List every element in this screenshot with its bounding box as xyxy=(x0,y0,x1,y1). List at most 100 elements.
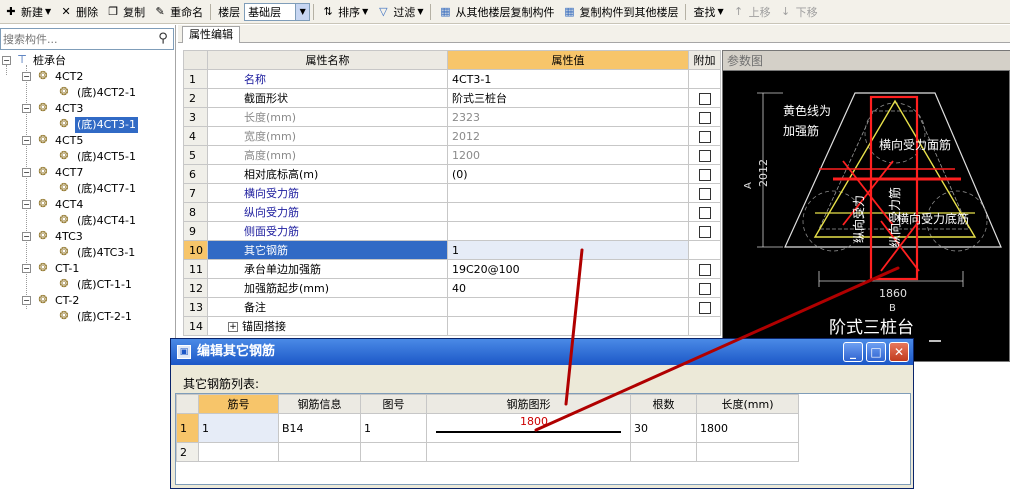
property-row[interactable]: 8 纵向受力筋 xyxy=(183,202,721,222)
rebar-row[interactable]: 1 1 B14 1 1800 30 1800 xyxy=(176,413,799,443)
extra-checkbox[interactable] xyxy=(698,282,711,295)
tree-group[interactable]: − ❂ 4CT3 xyxy=(0,101,176,117)
move-up-button[interactable]: ↑ 上移 xyxy=(728,1,775,23)
extra-checkbox[interactable] xyxy=(698,130,711,143)
search-input[interactable] xyxy=(3,32,153,46)
tree-group[interactable]: − ❂ 4CT2 xyxy=(0,69,176,85)
collapse-icon[interactable]: − xyxy=(22,72,31,81)
tree-group[interactable]: − ❂ CT-1 xyxy=(0,261,176,277)
extra-checkbox[interactable] xyxy=(698,149,711,162)
move-down-button[interactable]: ↓ 下移 xyxy=(775,1,822,23)
tree-item[interactable]: ❂ (底)4CT2-1 xyxy=(0,85,176,101)
property-value-header[interactable]: 属性值 xyxy=(447,50,689,70)
property-value[interactable]: 阶式三桩台 xyxy=(447,88,689,108)
column-header-fig[interactable]: 图号 xyxy=(360,394,427,414)
minimize-button[interactable]: _ xyxy=(843,342,863,362)
extra-checkbox[interactable] xyxy=(698,92,711,105)
sort-button[interactable]: ⇅ 排序 ▼ xyxy=(317,1,372,23)
length-cell[interactable]: 1800 xyxy=(696,413,799,443)
property-row[interactable]: 13 备注 xyxy=(183,297,721,317)
filter-button[interactable]: ▽ 过滤 ▼ xyxy=(372,1,427,23)
copy-from-floor-button[interactable]: ▦ 从其他楼层复制构件 xyxy=(434,1,558,23)
search-box[interactable]: ⚲ xyxy=(0,28,174,50)
property-value[interactable]: 19C20@100 xyxy=(447,259,689,279)
property-name-header[interactable]: 属性名称 xyxy=(207,50,448,70)
column-header-info[interactable]: 钢筋信息 xyxy=(278,394,361,414)
bar-info-cell[interactable] xyxy=(278,442,361,462)
collapse-icon[interactable]: − xyxy=(22,232,31,241)
collapse-icon[interactable]: − xyxy=(22,104,31,113)
property-value[interactable]: 1 xyxy=(447,240,689,260)
search-icon[interactable]: ⚲ xyxy=(153,29,173,49)
tree-item-selected[interactable]: ❂ (底)4CT3-1 xyxy=(0,117,176,133)
property-row[interactable]: 11 承台单边加强筋 19C20@100 xyxy=(183,259,721,279)
collapse-icon[interactable]: − xyxy=(22,264,31,273)
property-row[interactable]: 9 侧面受力筋 xyxy=(183,221,721,241)
tab-property-edit[interactable]: 属性编辑 xyxy=(182,26,240,43)
chevron-down-icon[interactable]: ▼ xyxy=(295,3,310,20)
tree-root[interactable]: − ⊤ 桩承台 xyxy=(0,53,176,69)
column-header-bar-no[interactable]: 筋号 xyxy=(198,394,279,414)
extra-checkbox[interactable] xyxy=(698,225,711,238)
tree-group[interactable]: − ❂ 4TC3 xyxy=(0,229,176,245)
property-value[interactable]: 4CT3-1 xyxy=(447,69,689,89)
fig-no-cell[interactable] xyxy=(360,442,427,462)
tree-group[interactable]: − ❂ 4CT7 xyxy=(0,165,176,181)
shape-cell[interactable] xyxy=(426,442,631,462)
extra-checkbox[interactable] xyxy=(698,111,711,124)
column-header-length[interactable]: 长度(mm) xyxy=(696,394,799,414)
column-header-shape[interactable]: 钢筋图形 xyxy=(426,394,631,414)
length-cell[interactable] xyxy=(696,442,799,462)
tree-item[interactable]: ❂ (底)CT-2-1 xyxy=(0,309,176,325)
property-row[interactable]: 2 截面形状 阶式三桩台 xyxy=(183,88,721,108)
property-row[interactable]: 7 横向受力筋 xyxy=(183,183,721,203)
rebar-row[interactable]: 2 xyxy=(176,442,799,462)
collapse-icon[interactable]: − xyxy=(22,168,31,177)
floor-select[interactable]: 基础层 ▼ xyxy=(244,2,311,21)
tree-item[interactable]: ❂ (底)4CT7-1 xyxy=(0,181,176,197)
property-row[interactable]: 12 加强筋起步(mm) 40 xyxy=(183,278,721,298)
maximize-button[interactable]: □ xyxy=(866,342,886,362)
property-row[interactable]: 6 相对底标高(m) (0) xyxy=(183,164,721,184)
find-button[interactable]: 查找 ▼ xyxy=(689,1,727,23)
property-value[interactable]: 40 xyxy=(447,278,689,298)
count-cell[interactable]: 30 xyxy=(630,413,697,443)
extra-checkbox[interactable] xyxy=(698,168,711,181)
bar-no-cell[interactable] xyxy=(198,442,279,462)
tree-item[interactable]: ❂ (底)4TC3-1 xyxy=(0,245,176,261)
property-row[interactable]: 4 宽度(mm) 2012 xyxy=(183,126,721,146)
copy-to-floor-button[interactable]: ▦ 复制构件到其他楼层 xyxy=(558,1,682,23)
bar-no-cell[interactable]: 1 xyxy=(198,413,279,443)
tree-item[interactable]: ❂ (底)CT-1-1 xyxy=(0,277,176,293)
tree-group[interactable]: − ❂ CT-2 xyxy=(0,293,176,309)
property-value[interactable]: (0) xyxy=(447,164,689,184)
tree-group[interactable]: − ❂ 4CT4 xyxy=(0,197,176,213)
extra-checkbox[interactable] xyxy=(698,263,711,276)
copy-button[interactable]: ❐ 复制 xyxy=(102,1,149,23)
property-row[interactable]: 3 长度(mm) 2323 xyxy=(183,107,721,127)
expand-icon[interactable]: + xyxy=(228,322,238,332)
property-value[interactable] xyxy=(447,316,689,336)
property-value[interactable] xyxy=(447,202,689,222)
tree-item[interactable]: ❂ (底)4CT4-1 xyxy=(0,213,176,229)
extra-checkbox[interactable] xyxy=(698,301,711,314)
collapse-icon[interactable]: − xyxy=(22,200,31,209)
tree-item[interactable]: ❂ (底)4CT5-1 xyxy=(0,149,176,165)
close-button[interactable]: ✕ xyxy=(889,342,909,362)
delete-button[interactable]: ✕ 删除 xyxy=(55,1,102,23)
rename-button[interactable]: ✎ 重命名 xyxy=(149,1,207,23)
property-extra-header[interactable]: 附加 xyxy=(688,50,721,70)
extra-checkbox[interactable] xyxy=(698,206,711,219)
new-button[interactable]: ✚ 新建 ▼ xyxy=(0,1,55,23)
property-value[interactable] xyxy=(447,221,689,241)
property-row[interactable]: 5 高度(mm) 1200 xyxy=(183,145,721,165)
property-row-selected[interactable]: 10 其它钢筋 1 xyxy=(183,240,721,260)
dialog-title-bar[interactable]: ▣ 编辑其它钢筋 _ □ ✕ xyxy=(171,339,913,365)
extra-checkbox[interactable] xyxy=(698,187,711,200)
count-cell[interactable] xyxy=(630,442,697,462)
property-row[interactable]: 14 + 锚固搭接 xyxy=(183,316,721,336)
collapse-icon[interactable]: − xyxy=(22,136,31,145)
column-header-count[interactable]: 根数 xyxy=(630,394,697,414)
fig-no-cell[interactable]: 1 xyxy=(360,413,427,443)
bar-info-cell[interactable]: B14 xyxy=(278,413,361,443)
